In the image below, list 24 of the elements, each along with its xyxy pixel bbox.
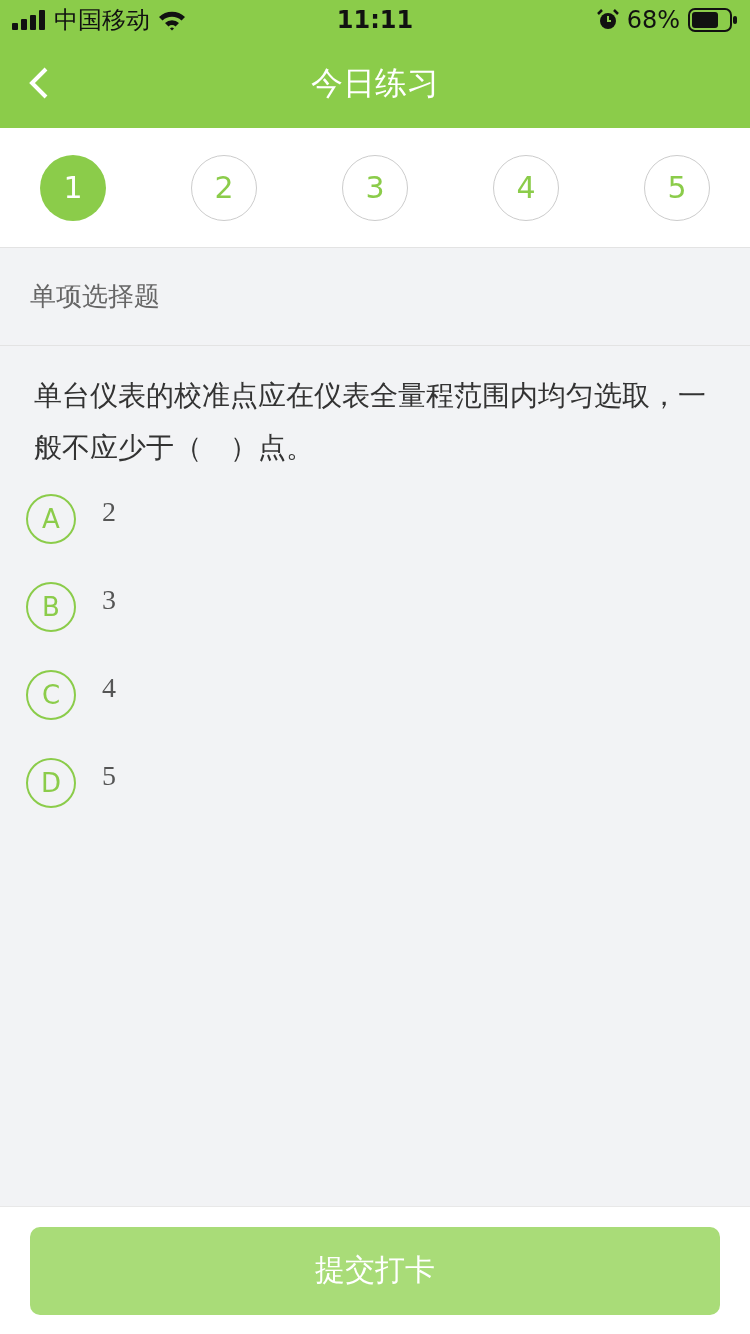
carrier-name: 中国移动 bbox=[54, 5, 150, 36]
question-text: 单台仪表的校准点应在仪表全量程范围内均匀选取，一般不应少于（ ）点。 bbox=[33, 378, 707, 466]
option-text[interactable]: 3 bbox=[102, 584, 116, 616]
back-icon[interactable] bbox=[28, 66, 50, 100]
alarm-icon bbox=[596, 9, 619, 31]
question-number-tab[interactable]: 3 bbox=[342, 154, 408, 221]
option-letter[interactable]: D bbox=[26, 758, 76, 808]
option-letter[interactable]: C bbox=[26, 670, 76, 720]
question-type-label: 单项选择题 bbox=[0, 248, 750, 346]
battery-percent: 68% bbox=[626, 6, 680, 34]
page-title: 今日练习 bbox=[311, 63, 439, 104]
question-number-tab[interactable]: 1 bbox=[40, 154, 106, 221]
option-text[interactable]: 5 bbox=[102, 760, 116, 792]
question-number-tab[interactable]: 5 bbox=[644, 154, 710, 221]
option-text[interactable]: 2 bbox=[102, 496, 116, 528]
signal-icon bbox=[12, 10, 46, 30]
option-letter[interactable]: B bbox=[26, 582, 76, 632]
status-time: 11:11 bbox=[336, 6, 414, 34]
question-number-tab[interactable]: 2 bbox=[191, 154, 257, 221]
battery-icon bbox=[688, 8, 738, 32]
option-text[interactable]: 4 bbox=[102, 672, 116, 704]
question-number-tab[interactable]: 4 bbox=[493, 154, 559, 221]
wifi-icon bbox=[158, 9, 186, 31]
option-letter[interactable]: A bbox=[26, 494, 76, 544]
